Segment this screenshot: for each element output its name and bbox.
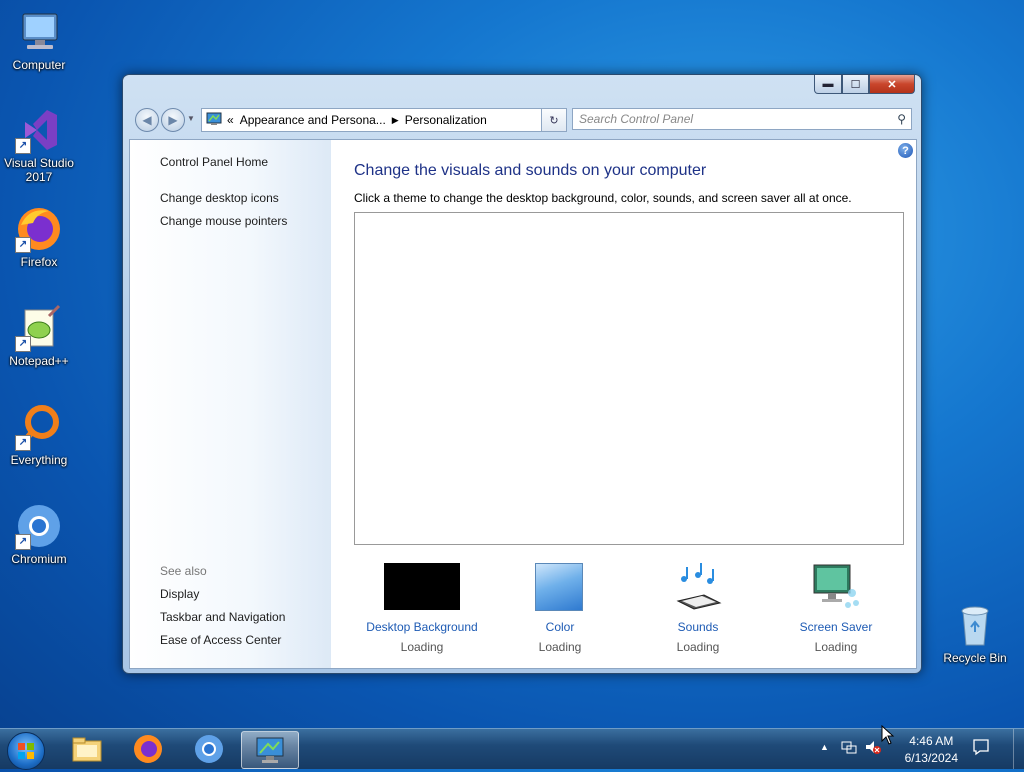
- control-panel-icon: [206, 112, 222, 129]
- help-button[interactable]: ?: [898, 143, 913, 158]
- breadcrumb-personalization[interactable]: Personalization: [405, 113, 487, 127]
- breadcrumb-appearance[interactable]: Appearance and Persona...: [240, 113, 386, 127]
- page-description: Click a theme to change the desktop back…: [354, 191, 852, 205]
- desktop-icon-label: Chromium: [11, 552, 67, 566]
- maximize-button[interactable]: ☐: [842, 75, 869, 94]
- search-input[interactable]: Search Control Panel ⚲: [572, 108, 912, 130]
- task-pane: Control Panel Home Change desktop icons …: [130, 140, 331, 668]
- desktop-background-label[interactable]: Desktop Background: [362, 620, 482, 634]
- caption-buttons: ▬ ☐ ✕: [814, 75, 915, 95]
- desktop-icon-chromium[interactable]: ↗ Chromium: [1, 502, 77, 566]
- see-also-heading: See also: [160, 564, 207, 578]
- control-panel-icon: [256, 737, 284, 763]
- desktop-icon-firefox[interactable]: ↗ Firefox: [1, 205, 77, 269]
- desktop-icon-everything[interactable]: ↗ Everything: [1, 403, 77, 467]
- control-panel-home-link[interactable]: Control Panel Home: [160, 155, 268, 169]
- search-icon[interactable]: ⚲: [897, 112, 906, 126]
- notification-icon: [973, 739, 989, 756]
- clock-date: 6/13/2024: [904, 751, 958, 765]
- forward-button[interactable]: ▶: [161, 108, 185, 132]
- network-icon[interactable]: [841, 739, 857, 758]
- sounds-label[interactable]: Sounds: [638, 620, 758, 634]
- taskbar-file-explorer[interactable]: [59, 731, 115, 767]
- breadcrumb-overflow[interactable]: «: [227, 113, 234, 127]
- personalization-window: ▬ ☐ ✕ ◀ ▶ ▼ « Appearance and Persona... …: [122, 74, 922, 674]
- firefox-icon: ↗: [15, 205, 63, 253]
- shortcut-arrow-icon: ↗: [15, 336, 31, 352]
- screen-saver-label[interactable]: Screen Saver: [776, 620, 896, 634]
- back-button[interactable]: ◀: [135, 108, 159, 132]
- help-icon: ?: [902, 144, 909, 157]
- desktop-icon-label: Computer: [12, 58, 66, 72]
- navigation-bar: ◀ ▶ ▼ « Appearance and Persona... ▶ Pers…: [131, 107, 913, 133]
- folder-icon: [72, 737, 102, 762]
- desktop-icon-label: Visual Studio 2017: [4, 156, 74, 184]
- refresh-icon: ↻: [549, 114, 559, 127]
- page-title: Change the visuals and sounds on your co…: [354, 162, 707, 179]
- search-placeholder: Search Control Panel: [579, 112, 694, 126]
- shortcut-arrow-icon: ↗: [15, 138, 31, 154]
- color-label[interactable]: Color: [500, 620, 620, 634]
- close-button[interactable]: ✕: [869, 75, 915, 94]
- taskbar: ▲ 4:46 AM 6/13/2024: [0, 728, 1024, 770]
- clock-time: 4:46 AM: [909, 734, 954, 748]
- notepad-plus-plus-icon: ↗: [15, 304, 63, 352]
- desktop-icon-recycle-bin[interactable]: Recycle Bin: [937, 601, 1013, 665]
- mouse-cursor-icon: [881, 725, 895, 745]
- chromium-icon: ↗: [15, 502, 63, 550]
- show-desktop-button[interactable]: [1013, 729, 1024, 769]
- system-clock[interactable]: 4:46 AM 6/13/2024: [905, 733, 958, 767]
- shortcut-arrow-icon: ↗: [15, 435, 31, 451]
- show-hidden-icons-button[interactable]: ▲: [820, 742, 829, 752]
- shortcut-arrow-icon: ↗: [15, 237, 31, 253]
- forward-arrow-icon: ▶: [168, 113, 178, 127]
- volume-muted-icon[interactable]: [865, 739, 881, 758]
- desktop-icon-visual-studio[interactable]: ↗ Visual Studio 2017: [1, 106, 77, 184]
- action-center-button[interactable]: [972, 738, 990, 759]
- desktop-background-status: Loading: [400, 640, 444, 654]
- address-bar[interactable]: « Appearance and Persona... ▶ Personaliz…: [201, 108, 565, 132]
- taskbar-chromium[interactable]: [181, 731, 237, 767]
- sounds-icon: [674, 563, 722, 611]
- change-desktop-icons-link[interactable]: Change desktop icons: [160, 191, 279, 205]
- minimize-button[interactable]: ▬: [814, 75, 842, 94]
- back-arrow-icon: ◀: [142, 113, 152, 127]
- desktop-icon-label: Recycle Bin: [943, 651, 1007, 665]
- taskbar-personalization-window[interactable]: [241, 731, 299, 769]
- close-icon: ✕: [887, 78, 897, 91]
- change-mouse-pointers-link[interactable]: Change mouse pointers: [160, 214, 287, 228]
- minimize-icon: ▬: [822, 78, 834, 90]
- maximize-icon: ☐: [850, 78, 861, 91]
- display-link[interactable]: Display: [160, 587, 199, 601]
- ease-of-access-link[interactable]: Ease of Access Center: [160, 633, 281, 647]
- breadcrumb-separator-icon[interactable]: ▶: [392, 115, 399, 126]
- windows-logo-icon: [18, 743, 34, 759]
- desktop-icon-computer[interactable]: Computer: [1, 8, 77, 72]
- content-area: Control Panel Home Change desktop icons …: [129, 139, 917, 669]
- desktop-icon-label: Everything: [10, 453, 68, 467]
- chromium-icon: [195, 735, 223, 763]
- taskbar-navigation-link[interactable]: Taskbar and Navigation: [160, 610, 285, 624]
- screen-saver-status: Loading: [814, 640, 858, 654]
- taskbar-firefox[interactable]: [120, 731, 176, 767]
- desktop-icon-label: Notepad++: [9, 354, 69, 368]
- everything-search-icon: ↗: [15, 403, 63, 451]
- start-button[interactable]: [7, 732, 45, 770]
- shortcut-arrow-icon: ↗: [15, 534, 31, 550]
- color-status: Loading: [538, 640, 582, 654]
- screen-saver-icon: [812, 563, 860, 611]
- desktop-icon-notepad-plus-plus[interactable]: ↗ Notepad++: [1, 304, 77, 368]
- color-swatch-icon: [535, 563, 583, 611]
- sounds-status: Loading: [676, 640, 720, 654]
- desktop-icon-label: Firefox: [20, 255, 58, 269]
- desktop-background-thumbnail: [384, 563, 460, 610]
- recycle-bin-icon: [951, 601, 999, 649]
- computer-icon: [15, 8, 63, 56]
- theme-list[interactable]: [354, 212, 904, 545]
- firefox-icon: [134, 735, 162, 763]
- visual-studio-icon: ↗: [15, 106, 63, 154]
- recent-pages-dropdown[interactable]: ▼: [187, 114, 195, 123]
- refresh-button[interactable]: ↻: [541, 108, 567, 132]
